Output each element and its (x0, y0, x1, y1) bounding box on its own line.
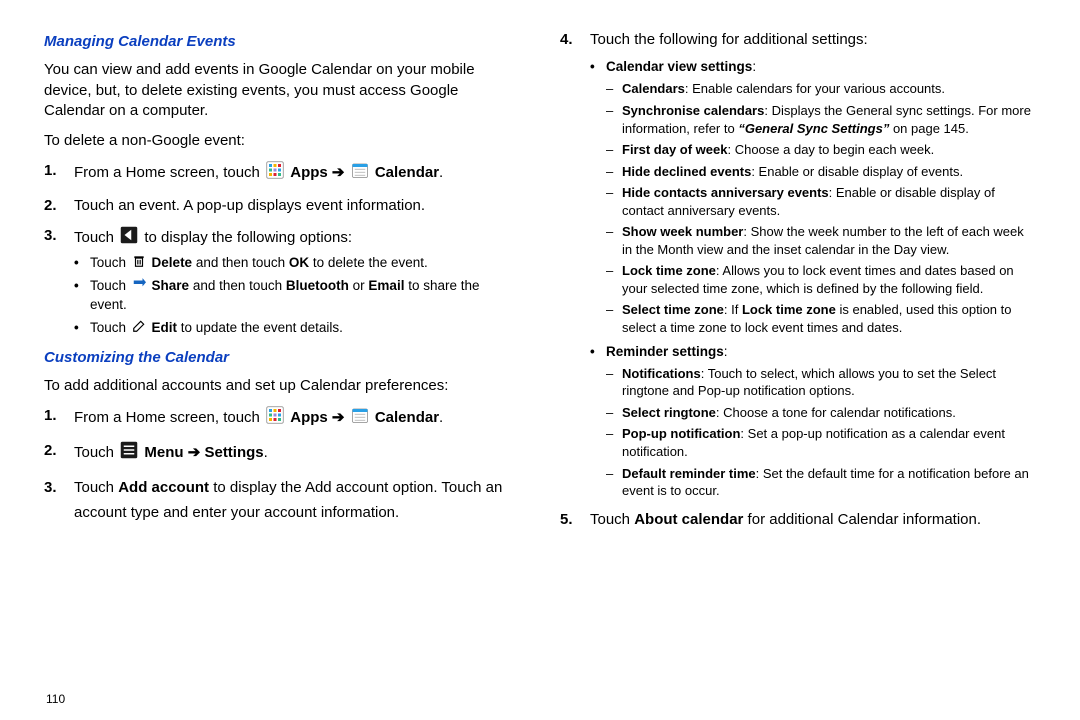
calendar-icon (351, 406, 369, 430)
step-number: 2. (44, 441, 57, 461)
page-number: 110 (46, 692, 65, 706)
share-icon (132, 277, 146, 296)
group-reminder: Reminder settings: Notifications: Touch … (590, 343, 1036, 500)
step-number: 2. (44, 196, 57, 216)
cstep-2: 2. Touch Menu ➔ Settings. (44, 441, 520, 465)
step-number: 1. (44, 406, 57, 426)
reminder-items: Notifications: Touch to select, which al… (606, 365, 1036, 500)
calendar-label: Calendar (375, 409, 439, 426)
punct: . (439, 164, 443, 181)
apps-icon (266, 406, 284, 430)
settings-label: Settings (204, 444, 263, 461)
step-text: Touch (590, 511, 634, 528)
step-number: 4. (560, 30, 573, 50)
item-hide-anniv: Hide contacts anniversary events: Enable… (606, 184, 1036, 219)
step-2: 2. Touch an event. A pop-up displays eve… (44, 196, 520, 216)
apps-icon (266, 161, 284, 185)
paragraph-intro: You can view and add events in Google Ca… (44, 60, 520, 121)
item-hide-declined: Hide declined events: Enable or disable … (606, 163, 1036, 181)
document-page: Managing Calendar Events You can view an… (0, 0, 1080, 548)
step-number: 3. (44, 475, 57, 501)
step-text: Touch (74, 229, 118, 246)
step-3: 3. Touch to display the following option… (44, 226, 520, 338)
item-popup: Pop-up notification: Set a pop-up notifi… (606, 425, 1036, 460)
item-ringtone: Select ringtone: Choose a tone for calen… (606, 404, 1036, 422)
step-text: From a Home screen, touch (74, 164, 264, 181)
item-lock-tz: Lock time zone: Allows you to lock event… (606, 262, 1036, 297)
item-select-tz: Select time zone: If Lock time zone is e… (606, 301, 1036, 336)
calendar-icon (351, 161, 369, 185)
right-column: 4. Touch the following for additional se… (560, 28, 1036, 540)
arrow-icon: ➔ (332, 409, 345, 426)
menu-icon (120, 441, 138, 465)
step-text: From a Home screen, touch (74, 409, 264, 426)
step-number: 1. (44, 161, 57, 181)
managing-steps: 1. From a Home screen, touch Apps ➔ Cale… (44, 161, 520, 338)
step-4-groups: Calendar view settings: Calendars: Enabl… (590, 58, 1036, 499)
step-1: 1. From a Home screen, touch Apps ➔ Cale… (44, 161, 520, 185)
item-default-time: Default reminder time: Set the default t… (606, 465, 1036, 500)
step-number: 5. (560, 510, 573, 530)
edit-icon (132, 319, 146, 338)
item-first-day: First day of week: Choose a day to begin… (606, 141, 1036, 159)
step-text: Touch the following for additional setti… (590, 31, 868, 48)
arrow-icon: ➔ (188, 444, 201, 461)
paragraph-customize-lead: To add additional accounts and set up Ca… (44, 376, 520, 396)
customizing-steps: 1. From a Home screen, touch Apps ➔ Cale… (44, 406, 520, 526)
trash-icon (132, 254, 146, 273)
group-calendar-view: Calendar view settings: Calendars: Enabl… (590, 58, 1036, 336)
arrow-icon: ➔ (332, 164, 345, 181)
apps-label: Apps (290, 164, 328, 181)
bullet-delete: Touch Delete and then touch OK to delete… (74, 254, 520, 273)
step-text-tail: to display the following options: (144, 229, 352, 246)
step-4: 4. Touch the following for additional se… (560, 30, 1036, 500)
right-steps: 4. Touch the following for additional se… (560, 30, 1036, 530)
calendar-view-items: Calendars: Enable calendars for your var… (606, 80, 1036, 336)
item-week-number: Show week number: Show the week number t… (606, 223, 1036, 258)
step-5: 5. Touch About calendar for additional C… (560, 510, 1036, 530)
step-text: Touch (74, 444, 118, 461)
apps-label: Apps (290, 409, 328, 426)
item-sync: Synchronise calendars: Displays the Gene… (606, 102, 1036, 137)
item-calendars: Calendars: Enable calendars for your var… (606, 80, 1036, 98)
bullet-share: Touch Share and then touch Bluetooth or … (74, 277, 520, 314)
punct: . (264, 444, 268, 461)
step-3-bullets: Touch Delete and then touch OK to delete… (74, 254, 520, 338)
paragraph-delete-lead: To delete a non-Google event: (44, 131, 520, 151)
bullet-edit: Touch Edit to update the event details. (74, 319, 520, 338)
menu-label: Menu (144, 444, 183, 461)
step-text: Touch (74, 479, 118, 496)
step-text: Touch an event. A pop-up displays event … (74, 197, 425, 214)
cstep-3: 3. Touch Add account to display the Add … (44, 475, 520, 526)
item-notifications: Notifications: Touch to select, which al… (606, 365, 1036, 400)
heading-managing: Managing Calendar Events (44, 32, 520, 52)
step-number: 3. (44, 226, 57, 246)
punct: . (439, 409, 443, 426)
heading-customizing: Customizing the Calendar (44, 348, 520, 368)
back-icon (120, 226, 138, 250)
calendar-label: Calendar (375, 164, 439, 181)
left-column: Managing Calendar Events You can view an… (44, 28, 520, 540)
cstep-1: 1. From a Home screen, touch Apps ➔ Cale… (44, 406, 520, 430)
